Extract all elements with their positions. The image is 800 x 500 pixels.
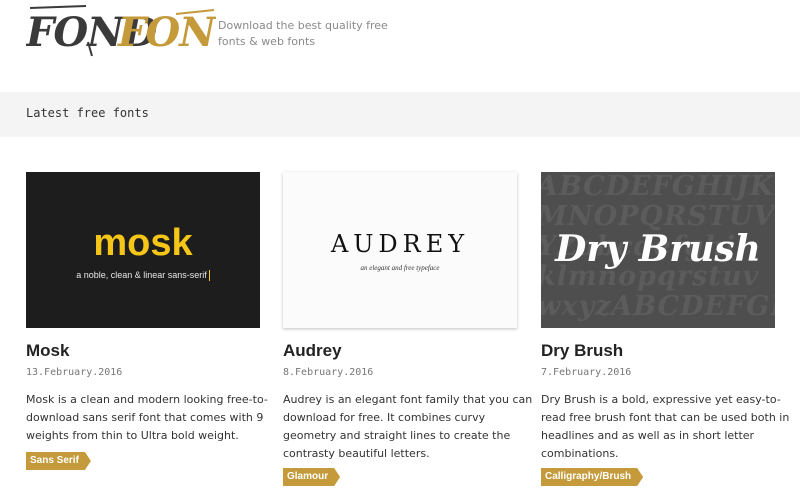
- site-header: FOND FONT Download the best quality free…: [0, 0, 800, 92]
- category-tag[interactable]: Glamour: [283, 468, 340, 486]
- preview-subtitle: a noble, clean & linear sans-serif: [26, 270, 260, 282]
- font-title-link[interactable]: Mosk: [26, 341, 276, 363]
- font-description: Dry Brush is a bold, expressive yet easy…: [541, 393, 790, 460]
- font-card-mosk: mosk a noble, clean & linear sans-serif …: [26, 172, 276, 445]
- font-description: Audrey is an elegant font family that yo…: [283, 393, 533, 460]
- logo-part-font: FONT: [117, 9, 216, 56]
- category-tag[interactable]: Calligraphy/Brush: [541, 468, 643, 486]
- font-description: Mosk is a clean and modern looking free-…: [26, 393, 268, 442]
- publish-date: 7.February.2016: [541, 367, 632, 378]
- section-header: Latest free fonts: [0, 92, 800, 137]
- font-preview-image[interactable]: ABCDEFGHIJKL MNOPQRSTUVWX YZabcdefghij k…: [541, 172, 775, 328]
- font-title: Dry Brush: [541, 341, 624, 360]
- font-title: Audrey: [283, 341, 342, 360]
- font-card-dry-brush: ABCDEFGHIJKL MNOPQRSTUVWX YZabcdefghij k…: [541, 172, 791, 463]
- preview-word: AUDREY: [330, 230, 470, 258]
- section-title: Latest free fonts: [26, 106, 149, 120]
- font-card-audrey: AUDREY an elegant and free typeface Audr…: [283, 172, 533, 463]
- preview-subtitle: an elegant and free typeface: [360, 264, 440, 272]
- category-tag[interactable]: Sans Serif: [26, 452, 91, 470]
- publish-date: 8.February.2016: [283, 367, 374, 378]
- site-tagline: Download the best quality free fonts & w…: [218, 19, 388, 48]
- font-title-link[interactable]: Audrey: [283, 341, 533, 363]
- font-preview-image[interactable]: mosk a noble, clean & linear sans-serif: [26, 172, 260, 328]
- font-preview-image[interactable]: AUDREY an elegant and free typeface: [283, 172, 517, 328]
- publish-date: 13.February.2016: [26, 367, 123, 378]
- site-logo[interactable]: FOND FONT: [25, 2, 249, 58]
- preview-word: mosk: [93, 222, 193, 264]
- logo-wordmark: FOND FONT: [25, 5, 249, 57]
- font-title-link[interactable]: Dry Brush: [541, 341, 791, 363]
- preview-word: Dry Brush: [555, 228, 761, 270]
- font-title: Mosk: [26, 341, 70, 360]
